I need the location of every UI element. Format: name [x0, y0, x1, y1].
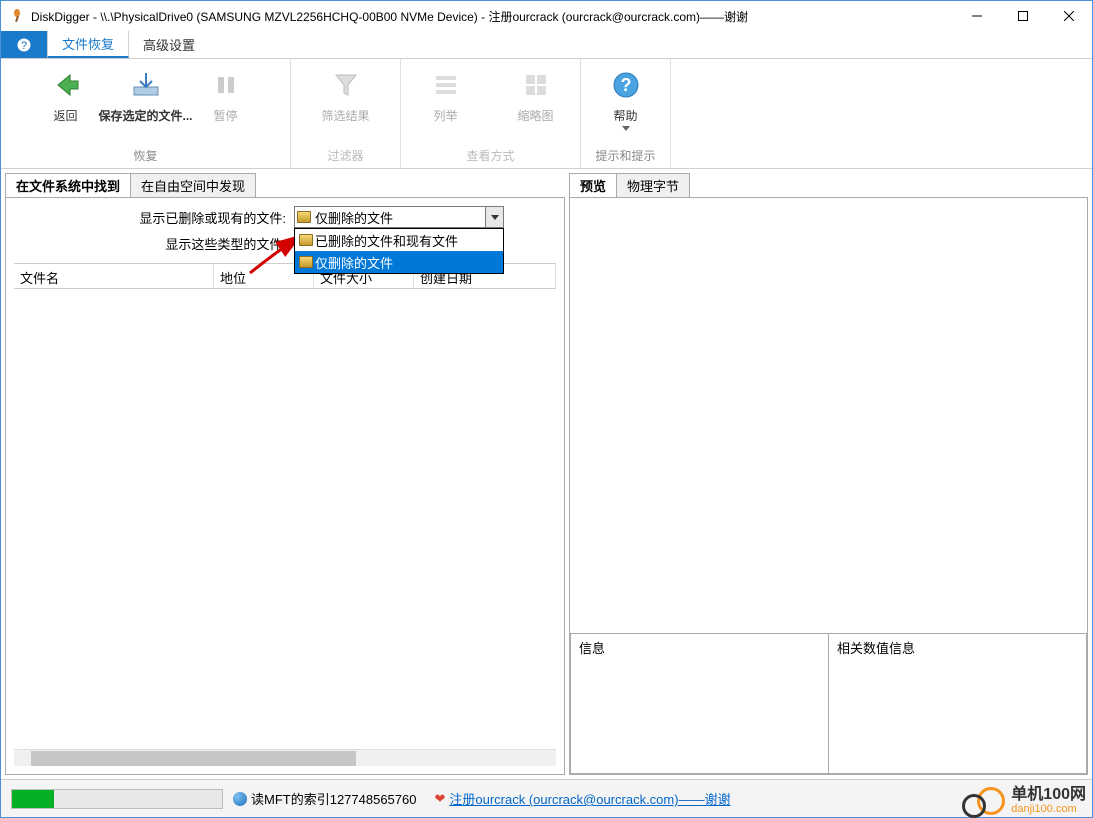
chevron-down-icon[interactable] — [485, 207, 503, 227]
chevron-down-icon — [622, 126, 630, 131]
back-button[interactable]: 返回 — [36, 63, 96, 145]
group-filter-label: 过滤器 — [291, 145, 400, 166]
drive-icon — [297, 256, 315, 268]
list-view-button[interactable]: 列举 — [401, 63, 491, 145]
right-pane: 预览 物理字节 信息 相关数值信息 — [569, 173, 1088, 775]
filter-results-label: 筛选结果 — [321, 107, 369, 124]
svg-text:?: ? — [620, 75, 631, 95]
register-link[interactable]: 注册ourcrack (ourcrack@ourcrack.com)——谢谢 — [449, 789, 730, 808]
list-label: 列举 — [433, 107, 457, 124]
tab-found-in-fs[interactable]: 在文件系统中找到 — [5, 173, 131, 197]
minimize-button[interactable] — [954, 1, 1000, 31]
thumbnails-label: 缩略图 — [517, 107, 553, 124]
tab-found-in-free[interactable]: 在自由空间中发现 — [130, 173, 256, 197]
ribbon-toolbar: 返回 保存选定的文件... 暂停 恢复 筛选结果 — [1, 59, 1092, 169]
maximize-button[interactable] — [1000, 1, 1046, 31]
group-tips-label: 提示和提示 — [581, 145, 670, 166]
filter-types-label: 显示这些类型的文件: — [14, 234, 294, 253]
help-button[interactable]: ? 帮助 — [581, 63, 671, 145]
menu-bar: ? 文件恢复 高级设置 — [1, 31, 1092, 59]
content-area: 在文件系统中找到 在自由空间中发现 显示已删除或现有的文件: 仅删除的文件 已删… — [1, 169, 1092, 779]
status-mft: 读MFT的索引127748565760 — [233, 789, 416, 808]
tab-preview[interactable]: 预览 — [569, 173, 617, 197]
list-icon — [430, 69, 462, 101]
dropdown-option-deleted-label: 仅删除的文件 — [315, 253, 393, 272]
filter-deleted-combo[interactable]: 仅删除的文件 已删除的文件和现有文件 仅删除的文件 — [294, 206, 504, 228]
save-selected-button[interactable]: 保存选定的文件... — [96, 63, 196, 145]
heart-icon: ❤ — [434, 791, 445, 807]
filter-deleted-label: 显示已删除或现有的文件: — [14, 208, 294, 227]
right-tab-header: 预览 物理字节 — [569, 173, 1088, 197]
results-table-body[interactable] — [14, 289, 556, 749]
dropdown-option-all[interactable]: 已删除的文件和现有文件 — [295, 229, 503, 251]
left-tab-header: 在文件系统中找到 在自由空间中发现 — [5, 173, 565, 197]
thumbnail-icon — [520, 69, 552, 101]
help-icon: ? — [610, 69, 642, 101]
app-menu-button[interactable]: ? — [1, 31, 47, 58]
left-pane: 在文件系统中找到 在自由空间中发现 显示已删除或现有的文件: 仅删除的文件 已删… — [5, 173, 565, 775]
dropdown-option-deleted[interactable]: 仅删除的文件 — [295, 251, 503, 273]
watermark-site: 单机100网 — [1011, 787, 1086, 803]
pause-icon — [210, 69, 242, 101]
combo-selected-text: 仅删除的文件 — [313, 208, 485, 227]
title-bar: DiskDigger - \\.\PhysicalDrive0 (SAMSUNG… — [1, 1, 1092, 31]
status-register: ❤ 注册ourcrack (ourcrack@ourcrack.com)——谢谢 — [434, 789, 730, 808]
group-recover-label: 恢复 — [1, 145, 290, 166]
back-arrow-icon — [50, 69, 82, 101]
info-label-cell: 信息 — [570, 633, 829, 774]
filter-results-button[interactable]: 筛选结果 — [291, 63, 401, 145]
svg-text:?: ? — [21, 40, 27, 52]
globe-icon — [233, 792, 247, 806]
help-label: 帮助 — [613, 107, 637, 124]
watermark-logo-icon — [977, 787, 1005, 815]
left-tab-body: 显示已删除或现有的文件: 仅删除的文件 已删除的文件和现有文件 — [5, 197, 565, 775]
close-button[interactable] — [1046, 1, 1092, 31]
window-controls — [954, 1, 1092, 31]
thumbnail-view-button[interactable]: 缩略图 — [491, 63, 581, 145]
back-label: 返回 — [53, 107, 77, 124]
status-bar: 读MFT的索引127748565760 ❤ 注册ourcrack (ourcra… — [1, 779, 1092, 817]
window-title: DiskDigger - \\.\PhysicalDrive0 (SAMSUNG… — [31, 8, 954, 25]
info-value-cell: 相关数值信息 — [828, 633, 1087, 774]
group-view-label: 查看方式 — [401, 145, 580, 166]
app-icon — [9, 8, 25, 24]
col-filename[interactable]: 文件名 — [14, 264, 214, 288]
save-files-icon — [130, 69, 162, 101]
filter-deleted-dropdown: 已删除的文件和现有文件 仅删除的文件 — [294, 228, 504, 274]
info-grid: 信息 相关数值信息 — [570, 634, 1087, 774]
watermark: 单机100网 danji100.com — [977, 787, 1086, 815]
tab-physical-bytes[interactable]: 物理字节 — [616, 173, 690, 197]
status-mft-text: 读MFT的索引127748565760 — [251, 789, 416, 808]
horizontal-scrollbar[interactable] — [14, 749, 556, 766]
tab-file-recover[interactable]: 文件恢复 — [47, 31, 129, 58]
watermark-domain: danji100.com — [1011, 803, 1086, 815]
pause-label: 暂停 — [213, 107, 237, 124]
dropdown-option-all-label: 已删除的文件和现有文件 — [315, 231, 458, 250]
drive-icon — [295, 211, 313, 223]
tab-advanced-settings[interactable]: 高级设置 — [129, 31, 209, 58]
preview-panel: 信息 相关数值信息 — [569, 197, 1088, 775]
pause-button[interactable]: 暂停 — [196, 63, 256, 145]
filter-deleted-row: 显示已删除或现有的文件: 仅删除的文件 已删除的文件和现有文件 — [14, 206, 556, 228]
save-selected-label: 保存选定的文件... — [98, 107, 192, 124]
drive-icon — [297, 234, 315, 246]
progress-bar — [11, 789, 223, 809]
funnel-icon — [330, 69, 362, 101]
